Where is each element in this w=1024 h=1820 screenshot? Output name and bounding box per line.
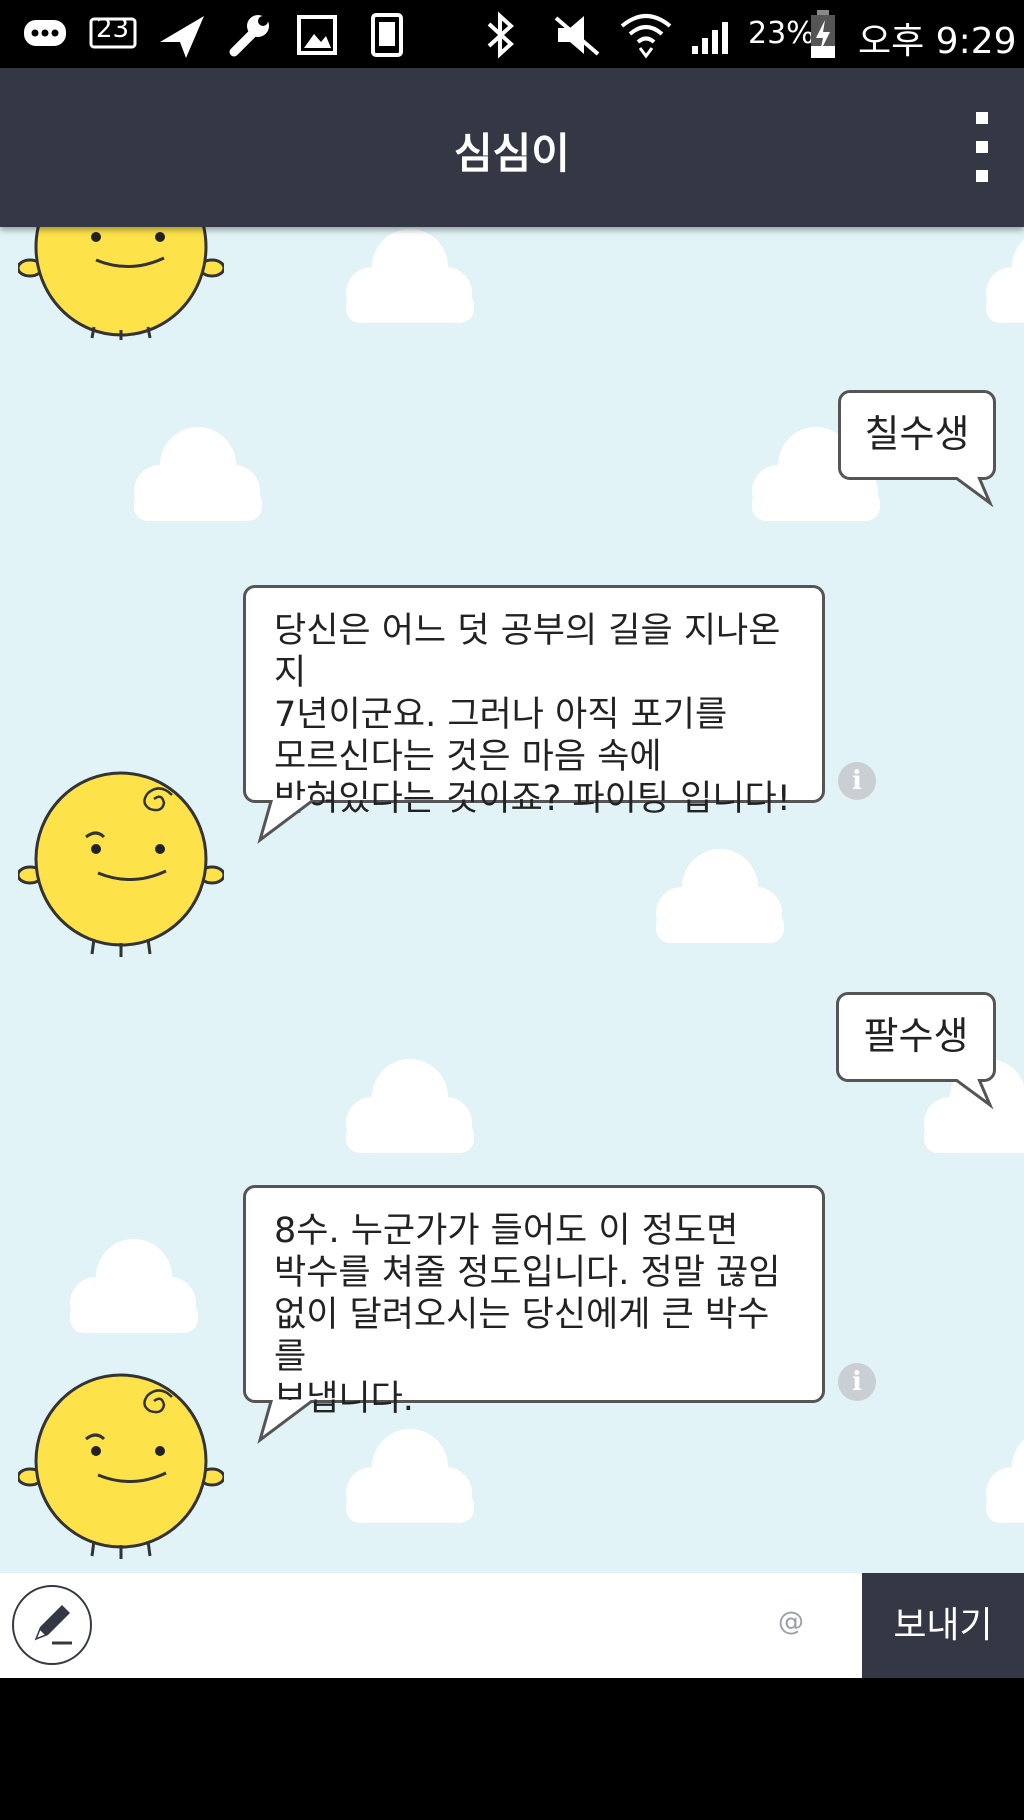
notification-count: 23 — [96, 14, 130, 44]
image-icon — [297, 15, 337, 55]
signal-icon — [692, 22, 728, 54]
simsimi-avatar — [18, 227, 224, 340]
cloud-decoration — [986, 239, 1024, 323]
cloud-decoration — [656, 849, 784, 943]
send-button[interactable]: 보내기 — [862, 1573, 1024, 1678]
message-text: 당신은 어느 덧 공부의 길을 지나온지 7년이군요. 그러나 아직 포기를 모… — [274, 611, 791, 819]
user-message-bubble: 칠수생 — [838, 390, 996, 480]
system-nav-area — [0, 1678, 1024, 1820]
simsimi-avatar — [18, 771, 224, 957]
cloud-decoration — [346, 1059, 474, 1153]
status-bar: 23 23% 오후 9:29 — [0, 0, 1024, 68]
bot-message-bubble: 당신은 어느 덧 공부의 길을 지나온지 7년이군요. 그러나 아직 포기를 모… — [243, 585, 825, 819]
pencil-icon — [34, 1605, 72, 1645]
cloud-decoration — [70, 1239, 198, 1333]
mute-icon — [554, 16, 600, 56]
navigation-icon — [160, 16, 204, 58]
bubble-tail — [257, 1400, 316, 1444]
bubble-tail — [952, 477, 994, 507]
messages-icon — [24, 20, 66, 46]
battery-icon — [811, 10, 835, 58]
message-text: 칠수생 — [864, 412, 970, 456]
message-text: 8수. 누군가가 들어도 이 정도면 박수를 쳐줄 정도입니다. 정말 끊임 없… — [274, 1211, 781, 1419]
battery-percent: 23% — [748, 16, 815, 51]
cloud-decoration — [134, 427, 262, 521]
overflow-menu-icon — [976, 112, 988, 124]
overflow-menu-button[interactable] — [946, 98, 1016, 198]
cloud-decoration — [986, 1439, 1024, 1523]
bubble-tail — [952, 1079, 994, 1109]
cloud-decoration — [346, 1429, 474, 1523]
bot-message-bubble: 8수. 누군가가 들어도 이 정도면 박수를 쳐줄 정도입니다. 정말 끊임 없… — [243, 1185, 825, 1419]
message-input[interactable] — [110, 1591, 774, 1663]
bubble-tail — [257, 800, 316, 844]
cloud-decoration — [346, 229, 474, 323]
info-icon[interactable]: i — [838, 1363, 876, 1401]
phone-icon — [371, 13, 403, 57]
info-icon[interactable]: i — [838, 762, 876, 800]
clock: 오후 9:29 — [858, 21, 1017, 62]
page-title: 심심이 — [454, 129, 570, 178]
chat-area[interactable]: 칠수생 당신은 어느 덧 공부의 길을 지나온지 7년이군요. 그러나 아직 포… — [0, 227, 1024, 1573]
pencil-button[interactable] — [12, 1585, 92, 1665]
message-text: 팔수생 — [863, 1014, 969, 1058]
at-icon[interactable]: @ — [778, 1607, 804, 1637]
wifi-icon — [620, 14, 672, 59]
user-message-bubble: 팔수생 — [836, 992, 996, 1082]
app-bar: 심심이 — [0, 68, 1024, 227]
simsimi-avatar — [18, 1373, 224, 1559]
bluetooth-icon — [487, 11, 514, 59]
message-input-bar: @ 보내기 — [0, 1573, 1024, 1678]
wrench-icon — [229, 15, 269, 57]
